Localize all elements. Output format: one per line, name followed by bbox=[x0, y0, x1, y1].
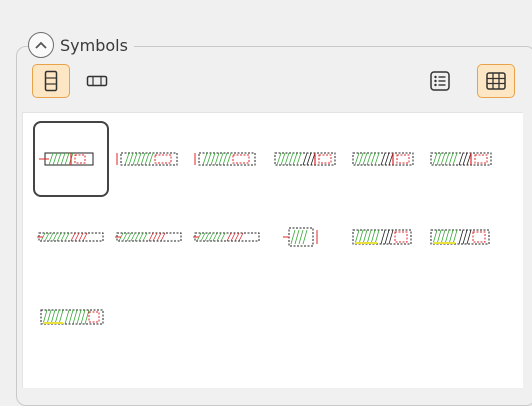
symbol-graphic bbox=[115, 232, 182, 242]
list-view-icon bbox=[430, 71, 450, 91]
symbols-panel: Symbols bbox=[0, 0, 532, 406]
symbol-thumbnail[interactable] bbox=[33, 121, 109, 197]
chevron-up-icon bbox=[35, 41, 47, 49]
symbol-grid bbox=[22, 112, 523, 388]
symbol-graphic bbox=[352, 152, 414, 166]
symbol-graphic bbox=[37, 232, 104, 242]
symbol-thumbnail[interactable] bbox=[111, 199, 187, 275]
landscape-layout-button[interactable] bbox=[78, 64, 116, 98]
symbol-graphic bbox=[352, 229, 412, 245]
symbol-thumbnail[interactable] bbox=[111, 121, 187, 197]
portrait-layout-icon bbox=[44, 70, 58, 92]
symbol-thumbnail[interactable] bbox=[423, 199, 499, 275]
grid-view-icon bbox=[486, 72, 506, 90]
symbol-graphic bbox=[39, 152, 94, 166]
symbol-graphic bbox=[430, 229, 490, 245]
landscape-layout-icon bbox=[86, 75, 108, 87]
symbol-graphic bbox=[116, 152, 178, 166]
grid-view-button[interactable] bbox=[477, 64, 515, 98]
symbol-thumbnail[interactable] bbox=[423, 121, 499, 197]
symbol-thumbnail[interactable] bbox=[189, 121, 265, 197]
collapse-button[interactable] bbox=[28, 32, 54, 58]
symbol-thumbnail[interactable] bbox=[33, 199, 109, 275]
symbol-thumbnail[interactable] bbox=[189, 199, 265, 275]
symbol-thumbnail[interactable] bbox=[33, 279, 109, 355]
symbol-graphic bbox=[40, 309, 104, 325]
symbols-group-header: Symbols bbox=[28, 30, 134, 60]
portrait-layout-button[interactable] bbox=[32, 64, 70, 98]
list-view-button[interactable] bbox=[421, 64, 459, 98]
symbol-thumbnail[interactable] bbox=[345, 199, 421, 275]
group-title: Symbols bbox=[60, 35, 128, 55]
symbol-graphic bbox=[193, 232, 260, 242]
symbol-graphic bbox=[274, 152, 336, 166]
symbol-thumbnail[interactable] bbox=[267, 121, 343, 197]
symbol-graphic bbox=[430, 152, 492, 166]
symbol-graphic bbox=[283, 227, 318, 247]
symbol-graphic bbox=[194, 152, 256, 166]
symbol-thumbnail[interactable] bbox=[345, 121, 421, 197]
symbol-thumbnail[interactable] bbox=[267, 199, 343, 275]
